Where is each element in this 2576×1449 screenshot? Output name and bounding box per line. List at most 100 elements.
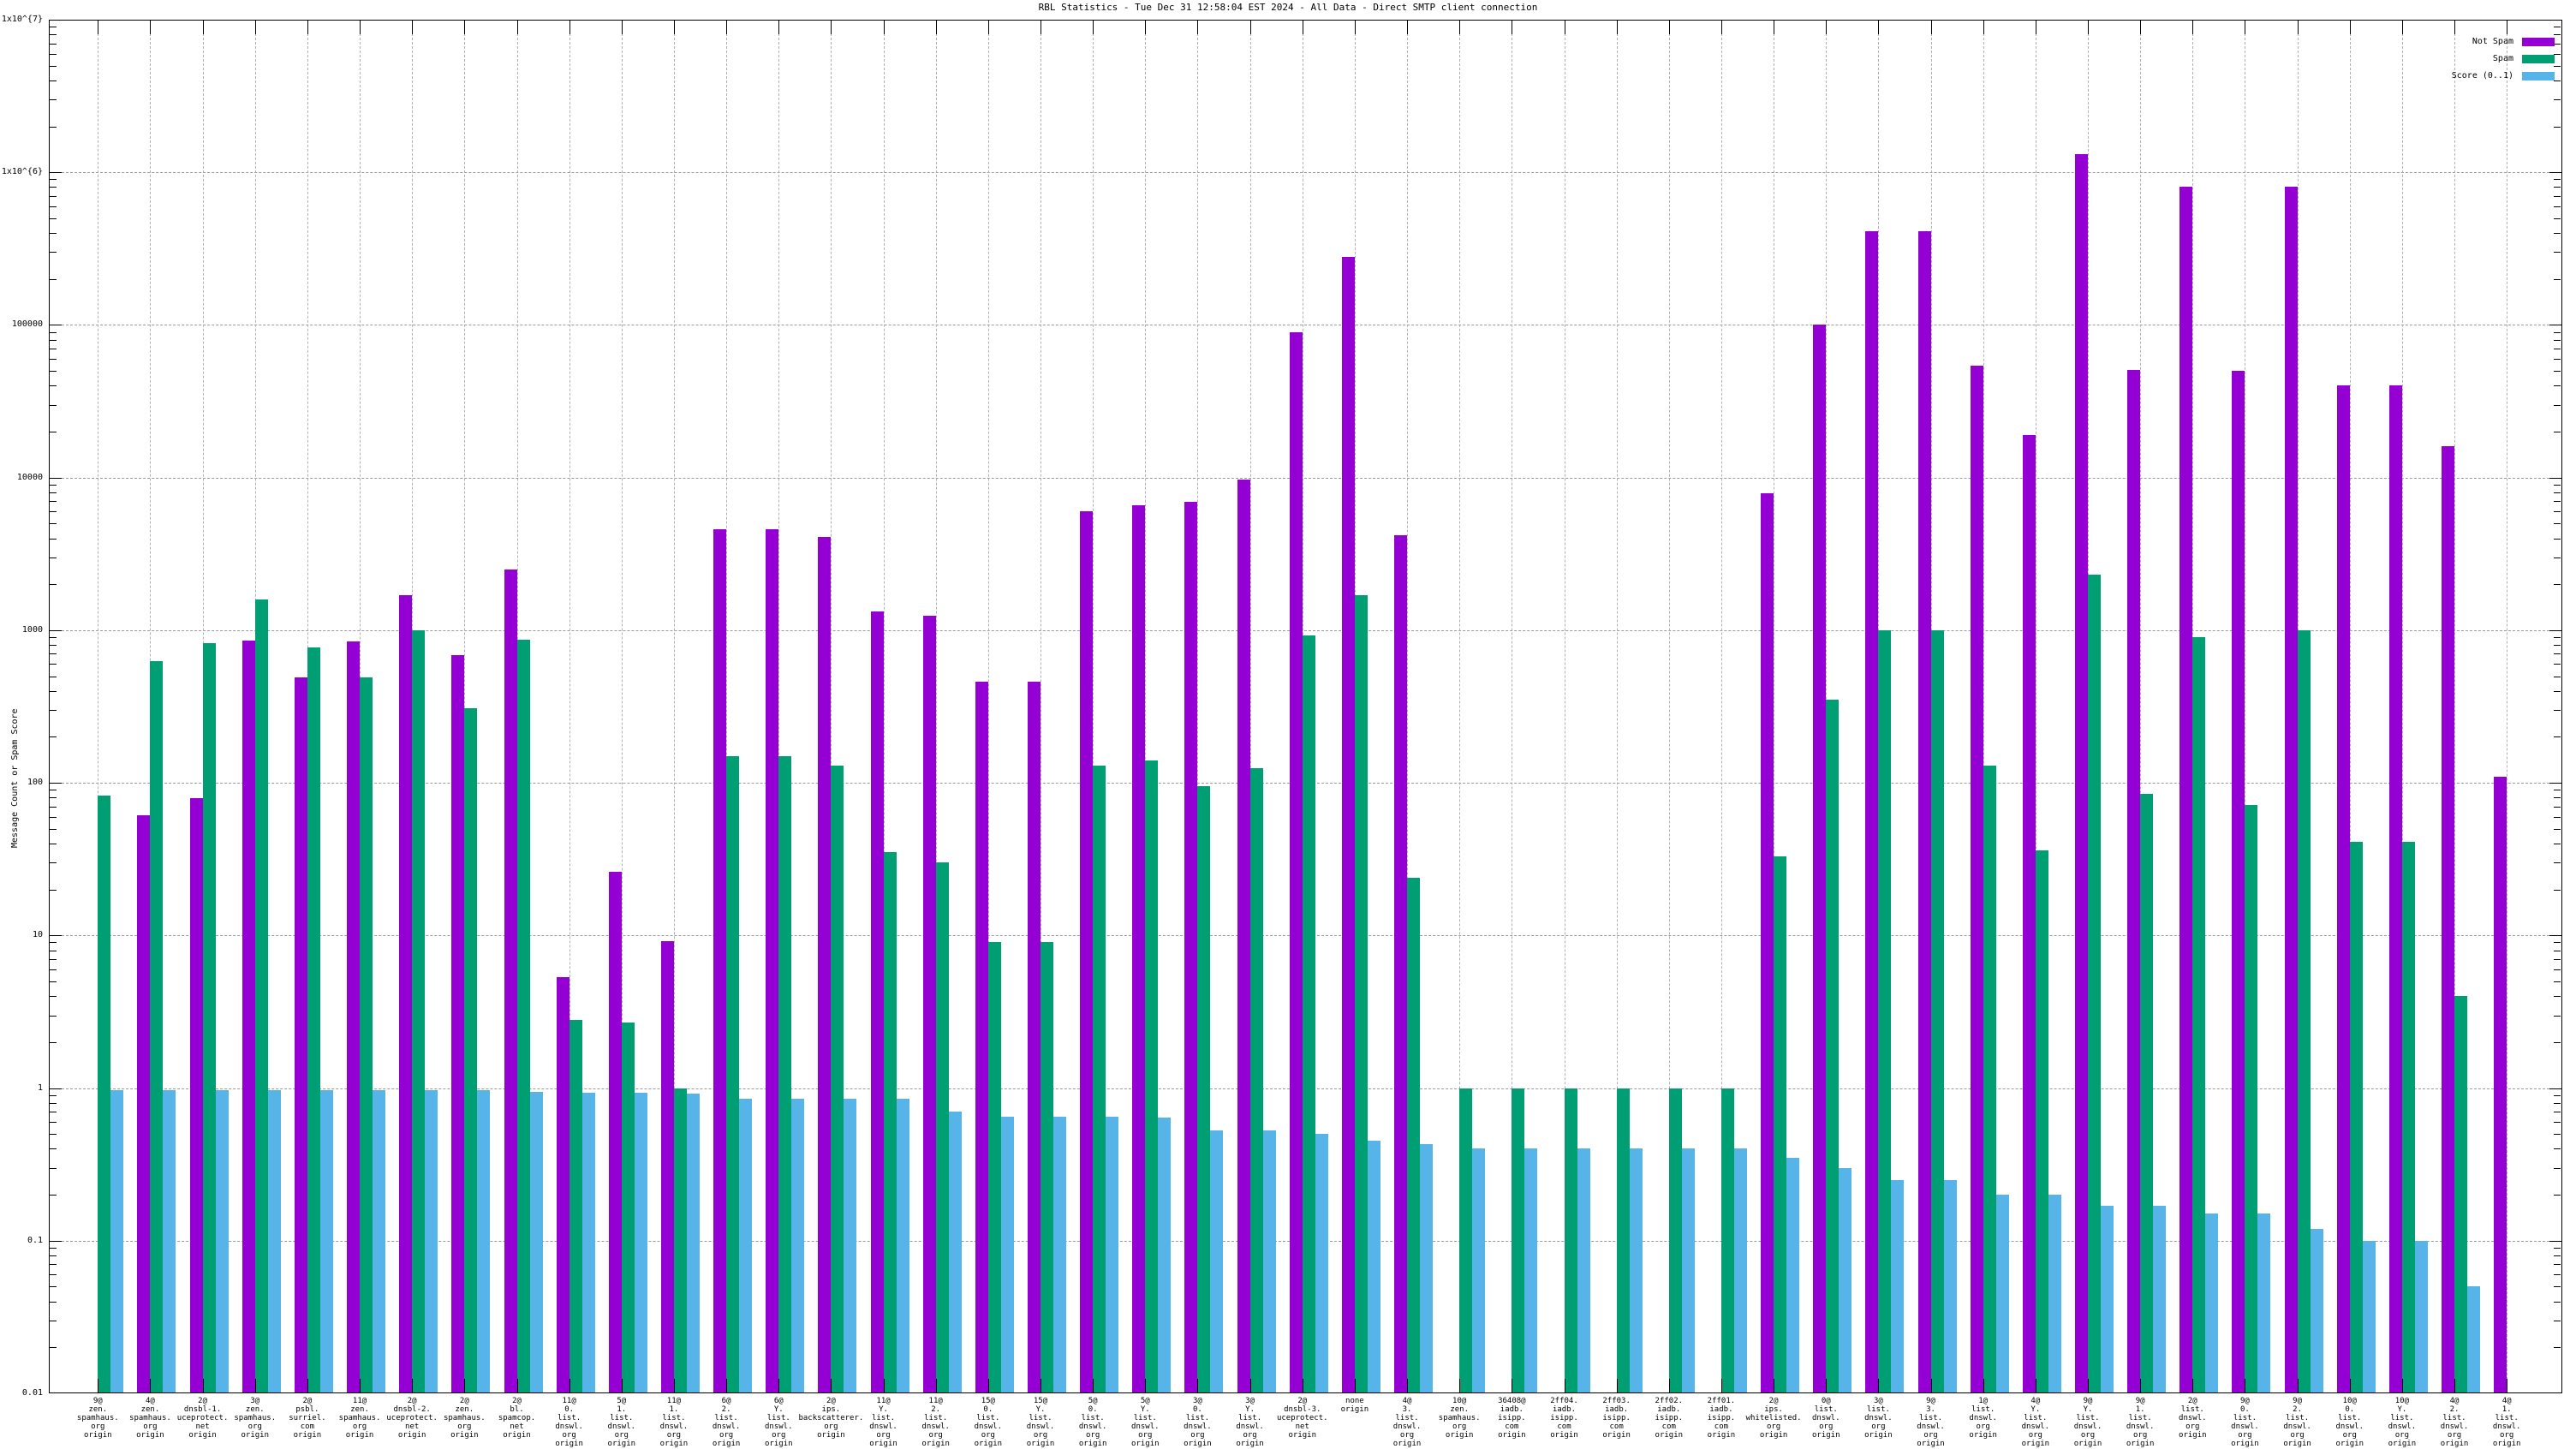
y-minor-tick [50,279,57,280]
y-minor-tick [2554,996,2561,997]
bar-not-spam [766,529,778,1392]
bar-spam [936,862,949,1392]
y-minor-tick [50,99,57,100]
x-top-tick [203,21,204,34]
legend-label: Score (0..1) [2452,72,2513,80]
y-minor-tick [2554,1274,2561,1275]
x-top-tick [1250,21,1251,34]
bar-not-spam [2285,187,2298,1392]
bar-not-spam [975,682,988,1392]
y-major-tick [2549,478,2561,479]
legend-swatch [2522,55,2555,63]
y-major-tick [2549,1241,2561,1242]
bar-score [582,1093,595,1392]
y-minor-tick [2554,1286,2561,1287]
y-minor-tick [50,981,57,982]
x-bottom-tick [884,1379,885,1392]
y-minor-tick [50,252,57,253]
bar-spam [464,708,477,1392]
bar-spam [2350,842,2363,1392]
bar-spam [360,677,373,1392]
x-bottom-tick [1145,1379,1146,1392]
y-minor-tick [50,942,57,943]
x-top-tick [674,21,675,34]
y-minor-tick [2554,797,2561,798]
x-bottom-tick [936,1379,937,1392]
bar-spam [255,599,268,1392]
bar-score [530,1092,543,1392]
bar-spam [1512,1088,1524,1392]
y-minor-tick [2554,1195,2561,1196]
y-minor-tick [50,1168,57,1169]
x-top-tick [1093,21,1094,34]
y-major-tick [2549,783,2561,784]
y-minor-tick [50,485,57,486]
y-minor-tick [2554,54,2561,55]
bar-score [2257,1213,2270,1392]
x-bottom-tick [1459,1379,1460,1392]
bar-score [373,1090,385,1392]
y-minor-tick [50,340,57,341]
y-minor-tick [2554,637,2561,638]
bar-spam [412,630,425,1392]
x-bottom-tick [1878,1379,1879,1392]
x-bottom-tick [2088,1379,2089,1392]
y-minor-tick [50,736,57,737]
y-minor-tick [50,206,57,207]
x-bottom-tick [1931,1379,1932,1392]
legend-label: Spam [2493,55,2513,63]
y-minor-tick [2554,44,2561,45]
x-bottom-tick [517,1379,518,1392]
y-minor-tick [2554,1016,2561,1017]
bar-spam [1303,635,1315,1392]
y-minor-tick [50,127,57,128]
y-minor-tick [50,371,57,372]
bar-not-spam [818,537,831,1392]
x-top-tick [1617,21,1618,34]
bar-score [163,1090,176,1392]
bar-not-spam [2389,385,2402,1392]
y-minor-tick [2554,710,2561,711]
y-tick-label: 100 [0,778,43,787]
y-minor-tick [2554,523,2561,524]
y-minor-tick [50,829,57,830]
bar-not-spam [1132,505,1145,1392]
x-bottom-tick [2402,1379,2403,1392]
y-tick-label: 1x10^{6} [0,168,43,176]
y-minor-tick [50,653,57,654]
x-top-tick [1931,21,1932,34]
y-minor-tick [50,862,57,863]
bar-score [1630,1148,1643,1392]
bar-not-spam [1184,502,1197,1392]
y-major-tick [50,783,62,784]
y-minor-tick [2554,539,2561,540]
y-minor-tick [2554,817,2561,818]
bar-not-spam [137,815,150,1392]
bar-not-spam [242,641,255,1392]
y-minor-tick [50,80,57,81]
y-minor-tick [2554,1347,2561,1348]
bar-spam [1355,595,1368,1392]
bar-score [1524,1148,1537,1392]
bar-score [1315,1134,1328,1392]
bar-score [2048,1195,2061,1392]
y-minor-tick [50,523,57,524]
x-top-tick [150,21,151,34]
y-minor-tick [2554,187,2561,188]
bar-spam [1197,786,1210,1392]
x-top-tick [1721,21,1722,34]
y-minor-tick [50,385,57,386]
bar-score [2311,1229,2323,1392]
bar-not-spam [1918,231,1931,1392]
x-bottom-tick [1197,1379,1198,1392]
x-bottom-tick [2350,1379,2351,1392]
bar-spam [1721,1088,1734,1392]
x-top-tick [360,21,361,34]
legend-swatch [2522,72,2555,80]
y-minor-tick [50,1248,57,1249]
bar-score [791,1099,804,1392]
x-top-tick [831,21,832,34]
bar-not-spam [2232,371,2245,1392]
y-minor-tick [2554,1255,2561,1256]
y-minor-tick [50,179,57,180]
